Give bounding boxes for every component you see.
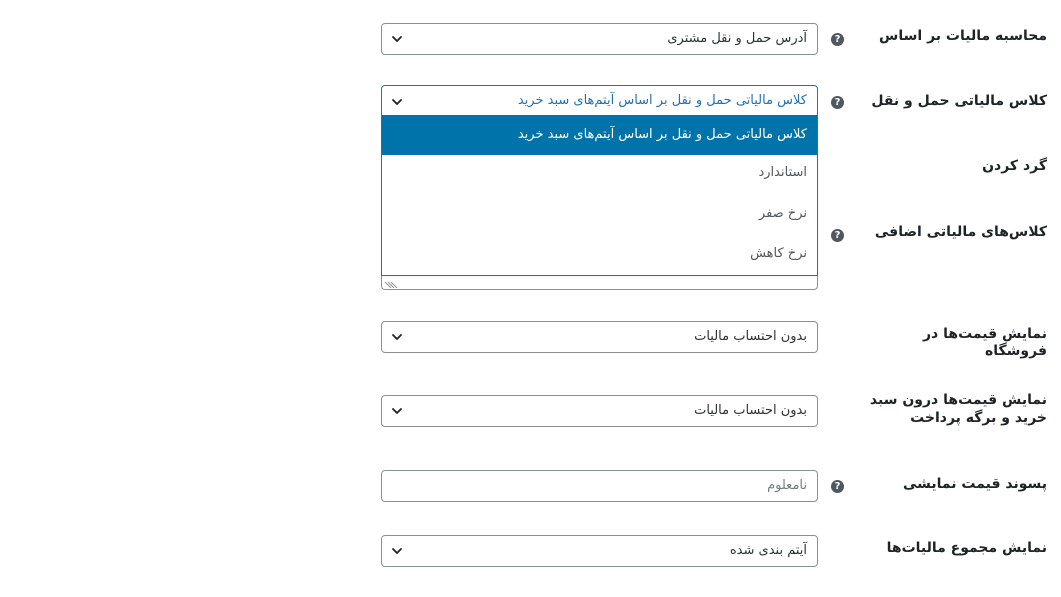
chevron-down-icon bbox=[392, 408, 402, 414]
shipping-tax-class-label: کلاس مالیاتی حمل و نقل bbox=[871, 93, 1047, 109]
dropdown-option[interactable]: نرخ کاهش bbox=[382, 234, 817, 274]
display-tax-totals-label: نمایش مجموع مالیات‌ها bbox=[886, 540, 1047, 556]
display-prices-shop-value: بدون احتساب مالیات bbox=[694, 329, 807, 344]
question-circle-icon[interactable]: ? bbox=[831, 33, 844, 46]
tax-based-on-select[interactable]: آدرس حمل و نقل مشتری bbox=[381, 23, 818, 55]
resize-grip-icon[interactable] bbox=[383, 282, 399, 288]
question-circle-icon[interactable]: ? bbox=[831, 229, 844, 242]
display-prices-shop-select[interactable]: بدون احتساب مالیات bbox=[381, 321, 818, 353]
display-prices-cart-select[interactable]: بدون احتساب مالیات bbox=[381, 395, 818, 427]
rounding-label: گرد کردن bbox=[982, 158, 1047, 174]
additional-tax-classes-label: کلاس‌های مالیاتی اضافی bbox=[874, 224, 1047, 240]
shipping-tax-class-value: کلاس مالیاتی حمل و نقل بر اساس آیتم‌های … bbox=[517, 93, 807, 108]
dropdown-option[interactable]: کلاس مالیاتی حمل و نقل بر اساس آیتم‌های … bbox=[382, 115, 817, 155]
question-circle-icon[interactable]: ? bbox=[831, 480, 844, 493]
display-prices-cart-label: نمایش قیمت‌ها درون سبد خرید و برگه پرداخ… bbox=[869, 392, 1047, 426]
dropdown-option[interactable]: نرخ صفر bbox=[382, 194, 817, 234]
chevron-down-icon bbox=[392, 548, 402, 554]
chevron-down-icon bbox=[392, 334, 402, 340]
display-tax-totals-select[interactable]: آیتم بندی شده bbox=[381, 535, 818, 567]
price-display-suffix-label: پسوند قیمت نمایشی bbox=[902, 476, 1047, 492]
chevron-down-icon bbox=[392, 99, 402, 105]
tax-based-on-label: محاسبه مالیات بر اساس bbox=[879, 28, 1047, 44]
price-display-suffix-input[interactable]: نامعلوم bbox=[381, 470, 818, 502]
display-tax-totals-value: آیتم بندی شده bbox=[729, 543, 807, 558]
shipping-tax-class-dropdown: کلاس مالیاتی حمل و نقل بر اساس آیتم‌های … bbox=[381, 115, 818, 276]
question-circle-icon[interactable]: ? bbox=[831, 96, 844, 109]
display-prices-shop-label: نمایش قیمت‌ها در فروشگاه bbox=[923, 326, 1047, 359]
shipping-tax-class-select[interactable]: کلاس مالیاتی حمل و نقل بر اساس آیتم‌های … bbox=[381, 85, 818, 116]
tax-based-on-value: آدرس حمل و نقل مشتری bbox=[667, 31, 807, 46]
dropdown-option[interactable]: استاندارد bbox=[382, 153, 817, 193]
display-prices-cart-value: بدون احتساب مالیات bbox=[694, 403, 807, 418]
price-display-suffix-placeholder: نامعلوم bbox=[767, 478, 807, 493]
chevron-down-icon bbox=[392, 36, 402, 42]
